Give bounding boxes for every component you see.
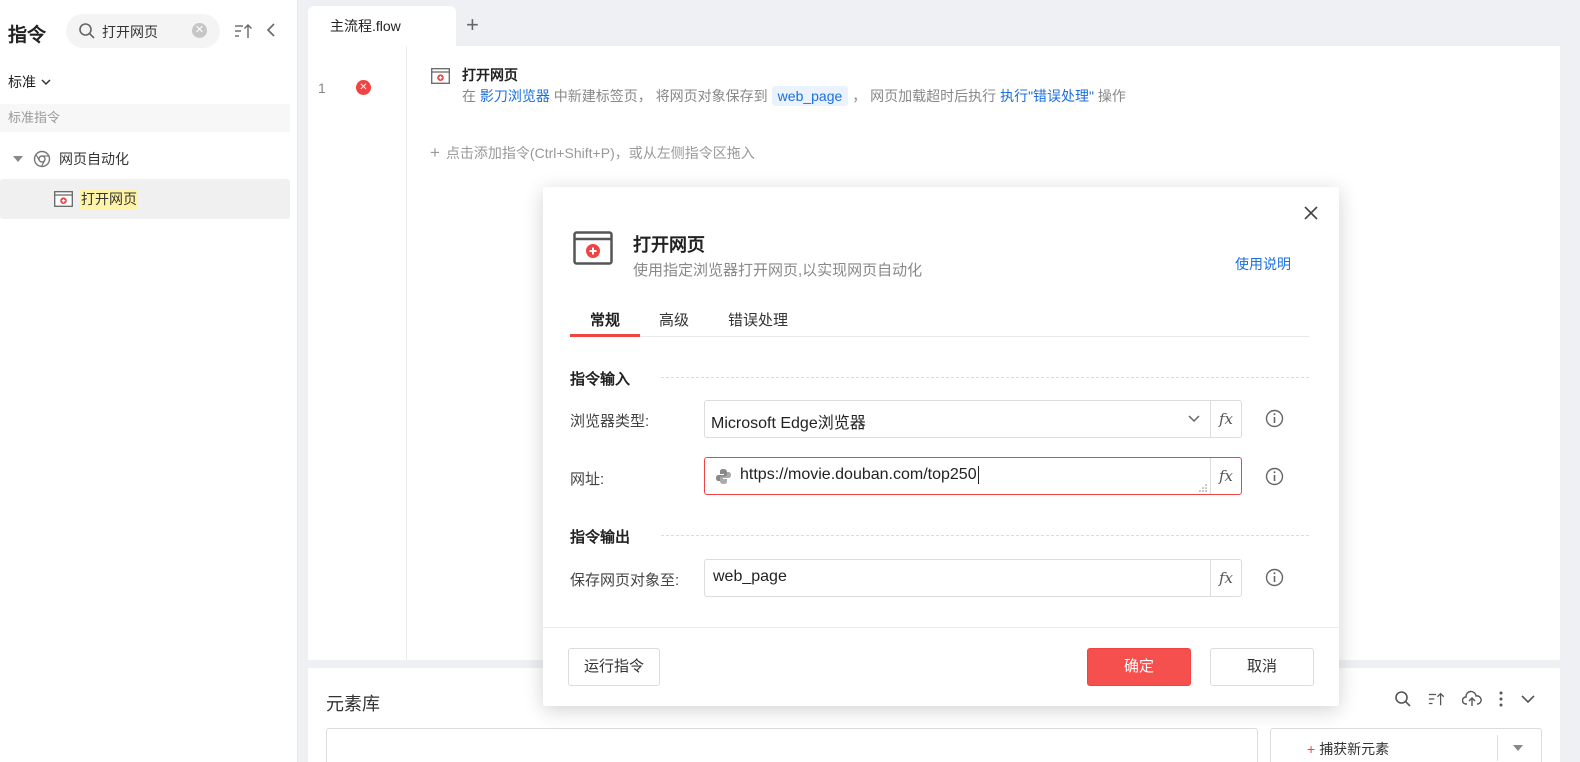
category-dropdown-label: 标准 [8, 74, 36, 90]
open-webpage-icon [431, 68, 450, 84]
capture-label: 捕获新元素 [1319, 741, 1390, 757]
search-icon [79, 23, 95, 39]
desc-browser-link[interactable]: 影刀浏览器 [480, 86, 550, 106]
capture-dropdown-icon[interactable] [1513, 745, 1523, 751]
dialog-title: 打开网页 [633, 235, 705, 255]
dialog-subtitle: 使用指定浏览器打开网页,以实现网页自动化 [633, 262, 923, 279]
footer-divider [543, 627, 1339, 628]
command-description[interactable]: 在 影刀浏览器 中新建标签页， 将网页对象保存到 web_page ， 网页加载… [462, 86, 1126, 106]
chevron-down-icon [1188, 415, 1200, 423]
url-text: https://movie.douban.com/top250 [740, 466, 977, 484]
command-title[interactable]: 打开网页 [462, 65, 518, 85]
browser-type-value: Microsoft Edge浏览器 [711, 415, 866, 432]
cancel-button[interactable]: 取消 [1210, 648, 1314, 686]
tree-group-label: 网页自动化 [59, 151, 129, 167]
element-list-area[interactable] [326, 728, 1258, 762]
plus-icon: + [430, 143, 440, 162]
open-webpage-icon [54, 191, 73, 207]
collapse-panel-icon[interactable] [265, 22, 277, 38]
line-number: 1 [318, 80, 326, 96]
info-icon[interactable] [1265, 409, 1284, 428]
tab-advanced[interactable]: 高级 [659, 309, 689, 330]
url-input[interactable]: https://movie.douban.com/top250 fx [704, 457, 1242, 495]
more-icon[interactable] [1498, 690, 1504, 708]
info-icon[interactable] [1265, 467, 1284, 486]
desc-variable-chip[interactable]: web_page [771, 86, 849, 106]
search-input[interactable]: 打开网页 [102, 22, 158, 42]
error-icon[interactable]: ✕ [356, 80, 371, 95]
save-to-input[interactable]: web_page fx [704, 559, 1242, 597]
section-divider [661, 535, 1309, 536]
save-to-value: web_page [713, 568, 787, 585]
url-label: 网址: [570, 471, 605, 488]
text-cursor [977, 466, 979, 484]
open-webpage-dialog: 打开网页 使用指定浏览器打开网页,以实现网页自动化 使用说明 常规 高级 错误处… [543, 187, 1339, 706]
run-command-button[interactable]: 运行指令 [568, 648, 660, 686]
section-label: 标准指令 [0, 104, 290, 132]
tab-error-handling[interactable]: 错误处理 [728, 309, 788, 330]
desc-suffix: 操作 [1097, 88, 1126, 104]
python-icon [716, 469, 731, 484]
element-library-toolbar [1394, 690, 1536, 708]
input-section-title: 指令输入 [570, 371, 631, 388]
desc-mid: 中新建标签页， 将网页对象保存到 [553, 88, 768, 104]
chevron-down-icon [41, 79, 51, 86]
fx-button[interactable]: fx [1210, 401, 1241, 437]
help-link[interactable]: 使用说明 [1235, 254, 1291, 274]
resize-grip-icon[interactable] [1199, 484, 1207, 492]
desc-action-link[interactable]: 执行"错误处理" [1000, 86, 1094, 106]
fx-button[interactable]: fx [1210, 458, 1241, 494]
browser-type-select[interactable]: Microsoft Edge浏览器 fx [704, 400, 1242, 438]
fx-button[interactable]: fx [1210, 560, 1241, 596]
capture-element-button[interactable]: + 捕获新元素 [1270, 728, 1542, 762]
chevron-down-icon[interactable] [1520, 690, 1536, 708]
confirm-button[interactable]: 确定 [1087, 648, 1191, 686]
dialog-tabs: 常规 高级 错误处理 [570, 305, 1309, 337]
section-divider [661, 377, 1309, 378]
browser-icon [33, 150, 51, 168]
cloud-upload-icon[interactable] [1462, 690, 1482, 708]
element-library-title: 元素库 [326, 694, 380, 714]
desc-mid2: ， 网页加载超时后执行 [852, 88, 997, 104]
info-icon[interactable] [1265, 568, 1284, 587]
tree-item-label: 打开网页 [80, 189, 138, 209]
tree-item-open-webpage[interactable]: 打开网页 [0, 179, 290, 219]
save-to-label: 保存网页对象至: [570, 572, 680, 589]
browser-type-label: 浏览器类型: [570, 413, 650, 430]
tree-group-web-automation[interactable]: 网页自动化 [0, 144, 290, 174]
search-icon[interactable] [1394, 690, 1412, 708]
active-tab-indicator [570, 334, 640, 337]
plus-icon: + [1307, 741, 1316, 757]
desc-prefix: 在 [462, 88, 476, 104]
open-webpage-icon [573, 231, 613, 265]
command-search[interactable]: 打开网页 ✕ [66, 14, 220, 48]
clear-icon[interactable]: ✕ [192, 23, 207, 38]
category-dropdown[interactable]: 标准 [8, 72, 52, 92]
tab-main-flow[interactable]: 主流程.flow [308, 6, 456, 46]
panel-title: 指令 [8, 25, 47, 46]
sort-icon[interactable] [234, 22, 254, 40]
add-tab-icon[interactable]: + [466, 12, 479, 38]
expand-caret-icon[interactable] [13, 156, 23, 162]
output-section-title: 指令输出 [570, 529, 631, 546]
close-icon[interactable] [1303, 205, 1319, 221]
gutter-divider [406, 46, 407, 660]
tab-general[interactable]: 常规 [590, 309, 620, 330]
divider [1497, 735, 1498, 761]
add-command-hint[interactable]: + 点击添加指令(Ctrl+Shift+P)，或从左侧指令区拖入 [430, 143, 755, 163]
sort-icon[interactable] [1428, 690, 1446, 708]
url-value: https://movie.douban.com/top250 [740, 466, 979, 484]
command-panel: 指令 打开网页 ✕ 标准 标准指令 网页自动化 打开网页 [0, 0, 298, 762]
capture-label-wrap: + 捕获新元素 [1307, 739, 1389, 759]
add-hint-text: 点击添加指令(Ctrl+Shift+P)，或从左侧指令区拖入 [445, 145, 755, 161]
